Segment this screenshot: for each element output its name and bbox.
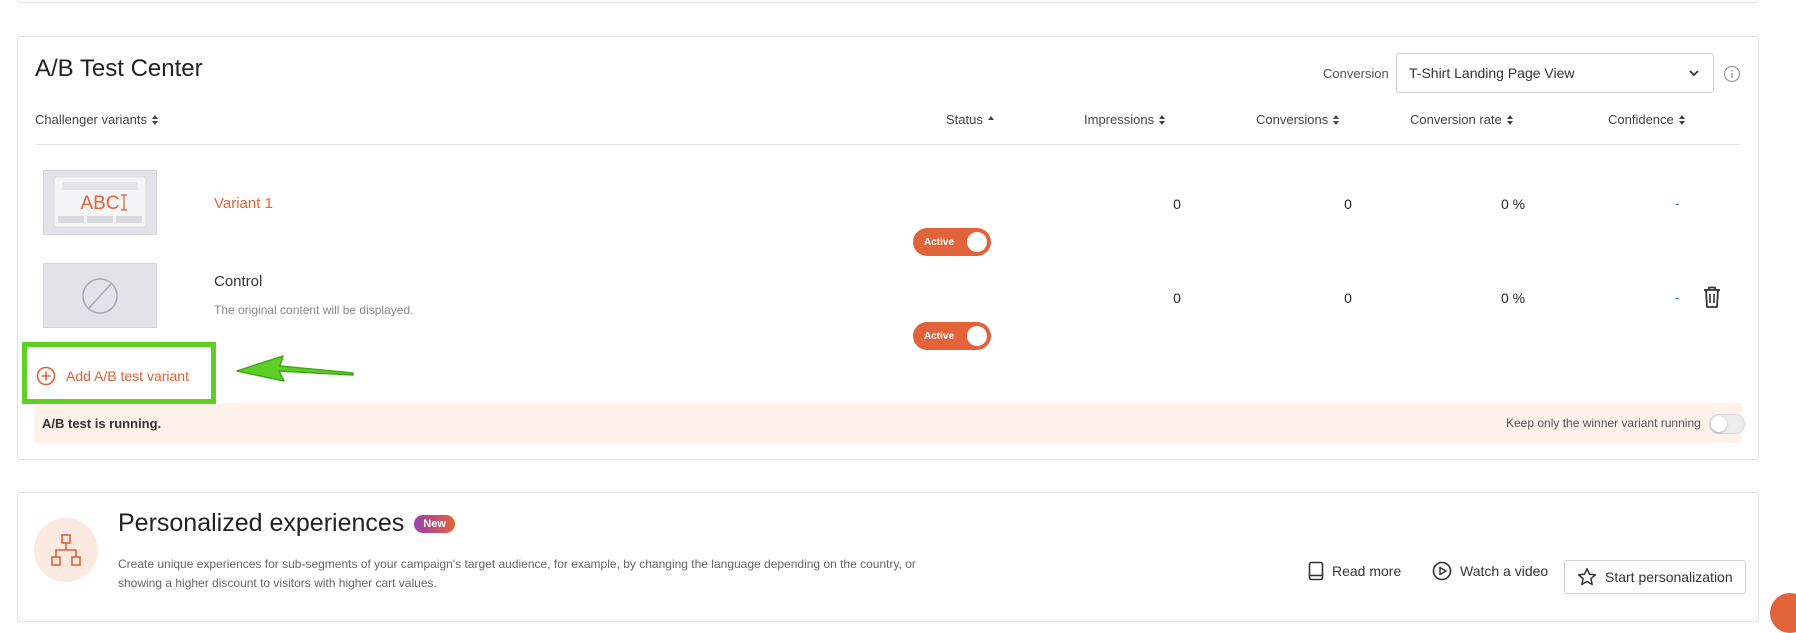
- status-toggle[interactable]: Active: [913, 322, 991, 350]
- table-row: ABC Variant 1 Active 0 0 0 % -: [18, 169, 1758, 256]
- status-toggle-label: Active: [924, 330, 955, 342]
- column-conversion-rate[interactable]: Conversion rate: [1410, 112, 1514, 127]
- sort-icon: [1506, 114, 1513, 125]
- variant-thumbnail: ABC: [43, 170, 157, 235]
- watch-video-label: Watch a video: [1460, 563, 1549, 579]
- sort-icon: [1159, 114, 1166, 125]
- trash-icon[interactable]: [1701, 285, 1723, 309]
- read-more-label: Read more: [1332, 563, 1402, 579]
- add-ab-variant-button[interactable]: Add A/B test variant: [36, 366, 189, 386]
- column-impressions[interactable]: Impressions: [1084, 112, 1166, 127]
- toggle-knob: [967, 232, 987, 252]
- column-impressions-label: Impressions: [1084, 112, 1155, 127]
- header-divider: [35, 144, 1741, 145]
- add-ab-variant-label: Add A/B test variant: [66, 368, 189, 384]
- book-icon: [1308, 561, 1324, 581]
- column-status-label: Status: [946, 112, 983, 127]
- pointer-arrow-icon: [236, 355, 354, 382]
- column-confidence-label: Confidence: [1608, 112, 1674, 127]
- info-icon[interactable]: [1723, 65, 1741, 83]
- status-toggle[interactable]: Active: [913, 228, 991, 256]
- watch-video-link[interactable]: Watch a video: [1432, 561, 1548, 581]
- confidence-value: -: [1675, 289, 1680, 305]
- personalization-icon-badge: [34, 518, 98, 582]
- chat-launcher-edge[interactable]: [1770, 593, 1796, 633]
- toggle-knob: [967, 326, 987, 346]
- control-thumbnail: [43, 263, 157, 328]
- start-personalization-button[interactable]: Start personalization: [1564, 560, 1746, 594]
- ab-test-title: A/B Test Center: [35, 55, 203, 82]
- personalized-description: Create unique experiences for sub-segmen…: [118, 557, 916, 590]
- control-name: Control: [214, 273, 263, 290]
- conversion-rate-value: 0 %: [1500, 290, 1526, 306]
- toggle-knob: [1711, 416, 1727, 432]
- column-conversions-label: Conversions: [1256, 112, 1329, 127]
- sort-icon: [152, 114, 159, 125]
- sitemap-icon: [51, 534, 81, 566]
- personalized-title: Personalized experiences: [118, 509, 405, 537]
- column-conversion-rate-label: Conversion rate: [1410, 112, 1502, 127]
- confidence-value: -: [1675, 195, 1680, 211]
- column-challenger-variants[interactable]: Challenger variants: [35, 112, 159, 127]
- column-confidence[interactable]: Confidence: [1608, 112, 1686, 127]
- ab-test-status-bar: A/B test is running. Keep only the winne…: [34, 403, 1745, 443]
- personalized-title-row: Personalized experiences New: [118, 509, 455, 538]
- chevron-down-icon: [1689, 70, 1699, 77]
- variant-name-link[interactable]: Variant 1: [214, 195, 273, 212]
- ab-test-status-text: A/B test is running.: [42, 416, 162, 431]
- conversion-rate-value: 0 %: [1500, 196, 1526, 212]
- start-personalization-label: Start personalization: [1605, 569, 1733, 585]
- variant-thumb-text: ABC: [80, 193, 119, 214]
- conversion-select[interactable]: T-Shirt Landing Page View: [1396, 53, 1714, 93]
- sort-icon: [1678, 114, 1685, 125]
- control-description: The original content will be displayed.: [214, 303, 414, 317]
- read-more-link[interactable]: Read more: [1308, 561, 1401, 581]
- conversions-value: 0: [1344, 196, 1352, 212]
- conversions-value: 0: [1344, 290, 1352, 306]
- conversion-select-value: T-Shirt Landing Page View: [1409, 65, 1575, 81]
- ab-test-center-card: A/B Test Center Conversion T-Shirt Landi…: [17, 36, 1759, 460]
- status-toggle-label: Active: [924, 236, 955, 248]
- previous-card-edge: [17, 0, 1759, 3]
- no-change-icon: [82, 278, 118, 314]
- conversion-label: Conversion: [1323, 66, 1389, 81]
- variant-text-preview-icon: ABC: [53, 176, 147, 228]
- sort-asc-icon: [987, 115, 994, 120]
- play-circle-icon: [1432, 561, 1452, 581]
- impressions-value: 0: [1173, 290, 1181, 306]
- sort-icon: [1333, 114, 1340, 125]
- column-status[interactable]: Status: [946, 112, 995, 127]
- column-conversions[interactable]: Conversions: [1256, 112, 1340, 127]
- star-icon: [1577, 568, 1597, 586]
- table-row: Control The original content will be dis…: [18, 263, 1758, 350]
- keep-winner-toggle[interactable]: [1709, 414, 1745, 434]
- keep-winner-label: Keep only the winner variant running: [1506, 416, 1701, 430]
- new-badge: New: [414, 514, 455, 533]
- personalized-experiences-card: Personalized experiences New Create uniq…: [17, 492, 1759, 622]
- plus-circle-icon: [36, 366, 56, 386]
- impressions-value: 0: [1173, 196, 1181, 212]
- column-challenger-variants-label: Challenger variants: [35, 112, 148, 127]
